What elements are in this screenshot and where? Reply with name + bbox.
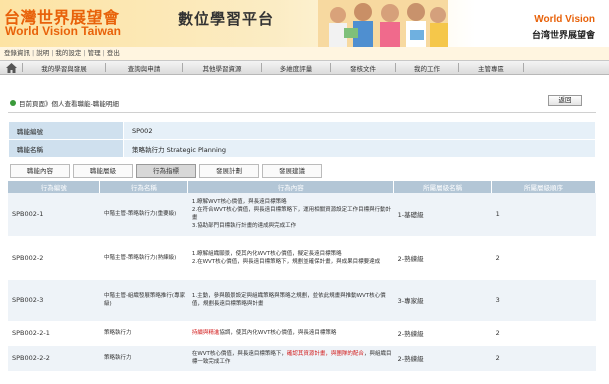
content-line: 在WVT核心價值，與長遠目標策略下， bbox=[191, 351, 287, 357]
level-name: 2-熟練級 bbox=[393, 345, 492, 372]
behavior-content: 持續與精進協調，使其內化WVT核心價值，與長遠目標策略 bbox=[187, 321, 394, 346]
tab-development-plan[interactable]: 發展計劃 bbox=[199, 164, 259, 178]
breadcrumb-text: 目前頁面》個人查看職能-職能明細 bbox=[19, 100, 119, 108]
table-row: SPB002-2-1 策略執行力 持續與精進協調，使其內化WVT核心價值，與長遠… bbox=[8, 321, 596, 346]
behavior-name: 中階主管-策略執行力(重要級) bbox=[99, 193, 188, 237]
info-key: 職能編號 bbox=[8, 121, 124, 140]
column-header: 行為內容 bbox=[187, 181, 395, 193]
table-header-row: 行為編號 行為名稱 行為內容 所屬層級名稱 所屬層級順序 bbox=[8, 181, 596, 193]
user-link-help[interactable]: 說明 bbox=[36, 49, 49, 57]
world-vision-logo-zh: 台湾世界展望會 bbox=[531, 31, 595, 41]
content-highlight: 確認其資源計畫，與團隊的配合 bbox=[286, 351, 364, 357]
column-header: 所屬層級順序 bbox=[491, 181, 596, 193]
level-order: 2 bbox=[491, 236, 596, 280]
nav-item-resources[interactable]: 其他學習資源 bbox=[183, 63, 261, 73]
main-nav: 我的學習與發展 查詢與申請 其他學習資源 多維度評量 發核文件 我的工作 主管專… bbox=[0, 60, 609, 75]
user-link-login-info[interactable]: 登錄資訊 bbox=[4, 49, 30, 57]
column-header: 行為編號 bbox=[8, 181, 101, 193]
tab-bar: 職能內容 職能層級 行為指標 發展計劃 發展建議 bbox=[10, 164, 322, 178]
behavior-name: 策略執行力 bbox=[99, 345, 188, 372]
behavior-table: 行為編號 行為名稱 行為內容 所屬層級名稱 所屬層級順序 SPB002-1 中階… bbox=[8, 181, 596, 372]
user-link-settings[interactable]: 我的設定 bbox=[55, 49, 81, 57]
nav-item-assessment[interactable]: 多維度評量 bbox=[262, 63, 330, 73]
behavior-name: 中階主管-策略執行力(熟練級) bbox=[99, 236, 188, 280]
behavior-id: SPB002-2 bbox=[8, 236, 100, 280]
level-order: 2 bbox=[491, 321, 596, 346]
home-icon[interactable] bbox=[0, 61, 22, 74]
info-row: 職能名稱 策略執行力 Strategic Planning bbox=[8, 139, 596, 158]
content-line: 1.瞭解WVT核心價值，與長遠目標策略 bbox=[191, 199, 287, 206]
level-name: 2-熟練級 bbox=[393, 236, 492, 280]
site-banner: 台灣世界展望會 World Vision Taiwan 數位學習平台 World… bbox=[0, 0, 609, 47]
bullet-icon bbox=[10, 100, 16, 106]
user-links-bar: 登錄資訊 | 說明 | 我的設定 | 管理 | 登出 bbox=[0, 47, 609, 60]
behavior-content: 1.瞭解WVT核心價值，與長遠目標策略 2.在符合WVT核心價值，與長遠目標策略… bbox=[187, 193, 394, 237]
competency-info-table: 職能編號 SP002 職能名稱 策略執行力 Strategic Planning bbox=[8, 121, 596, 158]
tab-development-advice[interactable]: 發展建議 bbox=[262, 164, 322, 178]
table-row: SPB002-2-2 策略執行力 在WVT核心價值，與長遠目標策略下，確認其資源… bbox=[8, 345, 596, 372]
behavior-name: 中階主管-組織發展策略推行(專家級) bbox=[99, 279, 188, 322]
behavior-id: SPB002-1 bbox=[8, 193, 100, 237]
info-key: 職能名稱 bbox=[8, 139, 124, 158]
content-line: 1.主動，參與願景設定與組織策略與策略之規劃，並依此規畫與推動WVT核心價值，規… bbox=[191, 293, 386, 307]
level-name: 1-基礎級 bbox=[393, 193, 492, 237]
behavior-name: 策略執行力 bbox=[99, 321, 188, 346]
info-value: SP002 bbox=[123, 121, 596, 140]
tab-behavior-indicators[interactable]: 行為指標 bbox=[136, 164, 196, 178]
info-row: 職能編號 SP002 bbox=[8, 121, 596, 140]
platform-title: 數位學習平台 bbox=[178, 10, 275, 28]
content-line: 2.在WVT核心價值，與長遠目標策略下，規劃並確保計畫，與成果目標要達成 bbox=[191, 258, 381, 265]
content-line: 1.瞭解組織願景，使其內化WVT核心價值，擬定長遠目標策略 bbox=[191, 250, 342, 257]
content-highlight: 持續與精進 bbox=[191, 330, 220, 336]
content-line: 3.協助部門目標執行計畫的達成與完成工作 bbox=[191, 223, 297, 230]
behavior-content: 1.主動，參與願景設定與組織策略與策略之規劃，並依此規畫與推動WVT核心價值，規… bbox=[187, 279, 394, 322]
divider bbox=[8, 112, 596, 113]
nav-item-query[interactable]: 查詢與申請 bbox=[106, 63, 182, 73]
level-order: 2 bbox=[491, 345, 596, 372]
behavior-content: 1.瞭解組織願景，使其內化WVT核心價值，擬定長遠目標策略 2.在WVT核心價值… bbox=[187, 236, 394, 280]
back-button[interactable]: 返回 bbox=[548, 95, 582, 106]
table-row: SPB002-1 中階主管-策略執行力(重要級) 1.瞭解WVT核心價值，與長遠… bbox=[8, 193, 596, 237]
org-name-en: World Vision Taiwan bbox=[5, 24, 122, 38]
behavior-id: SPB002-2-2 bbox=[8, 345, 100, 372]
behavior-id: SPB002-3 bbox=[8, 279, 100, 322]
user-link-logout[interactable]: 登出 bbox=[107, 49, 120, 57]
level-name: 3-專家級 bbox=[393, 279, 492, 322]
user-link-admin[interactable]: 管理 bbox=[88, 49, 101, 57]
table-row: SPB002-3 中階主管-組織發展策略推行(專家級) 1.主動，參與願景設定與… bbox=[8, 279, 596, 322]
level-order: 1 bbox=[491, 193, 596, 237]
breadcrumb: 目前頁面》個人查看職能-職能明細 bbox=[10, 98, 119, 108]
column-header: 所屬層級名稱 bbox=[393, 181, 493, 193]
column-header: 行為名稱 bbox=[99, 181, 189, 193]
content-line: 2.在符合WVT核心價值，與長遠目標策略下，運用相關資源設定工作目標與行動計畫 bbox=[191, 207, 392, 222]
nav-item-documents[interactable]: 發核文件 bbox=[331, 63, 395, 73]
level-name: 2-熟練級 bbox=[393, 321, 492, 346]
content-line: 協調，使其內化WVT核心價值，與長遠目標策略 bbox=[219, 330, 337, 336]
nav-item-manager[interactable]: 主管專區 bbox=[459, 63, 523, 73]
tab-competency-levels[interactable]: 職能層級 bbox=[73, 164, 133, 178]
nav-item-my-work[interactable]: 我的工作 bbox=[396, 63, 458, 73]
behavior-content: 在WVT核心價值，與長遠目標策略下，確認其資源計畫，與團隊的配合，與組織目標一致… bbox=[187, 345, 394, 372]
level-order: 3 bbox=[491, 279, 596, 322]
tab-competency-content[interactable]: 職能內容 bbox=[10, 164, 70, 178]
behavior-id: SPB002-2-1 bbox=[8, 321, 100, 346]
nav-item-learning[interactable]: 我的學習與發展 bbox=[23, 63, 105, 73]
table-row: SPB002-2 中階主管-策略執行力(熟練級) 1.瞭解組織願景，使其內化WV… bbox=[8, 236, 596, 280]
children-photo bbox=[318, 0, 448, 47]
info-value: 策略執行力 Strategic Planning bbox=[123, 139, 596, 158]
world-vision-logo[interactable]: World Vision bbox=[534, 14, 595, 25]
